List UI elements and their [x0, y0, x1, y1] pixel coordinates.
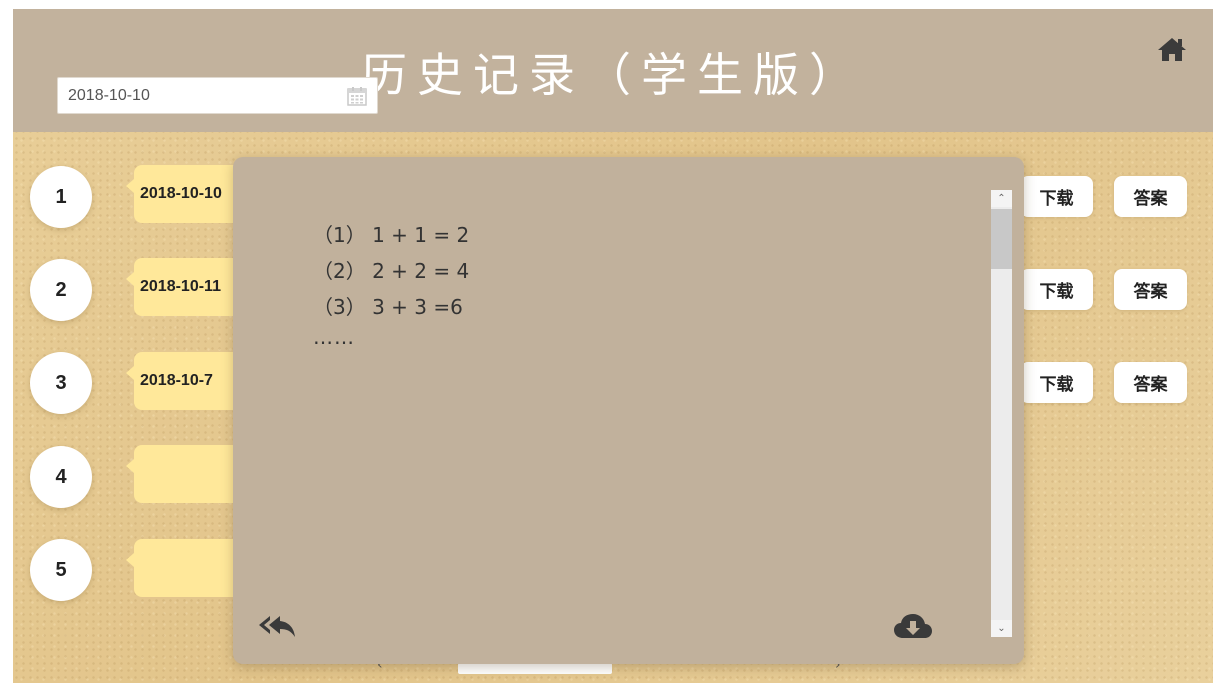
- home-icon[interactable]: [1157, 36, 1187, 62]
- question-list: （1） 1 + 1 = 2 （2） 2 + 2 = 4 （3） 3 + 3 =6: [313, 217, 469, 325]
- question-item: （2） 2 + 2 = 4: [313, 259, 470, 283]
- record-number: 1: [30, 166, 92, 228]
- record-number: 2: [30, 259, 92, 321]
- scroll-down-arrow-icon[interactable]: ⌄: [991, 620, 1012, 637]
- modal-scrollbar[interactable]: ⌃ ⌄: [991, 190, 1012, 637]
- question-item: （1） 1 + 1 = 2: [313, 223, 470, 247]
- download-button[interactable]: 下载: [1020, 362, 1093, 403]
- cloud-download-icon[interactable]: [893, 612, 933, 642]
- answer-button[interactable]: 答案: [1114, 269, 1187, 310]
- question-preview-modal: （1） 1 + 1 = 2 （2） 2 + 2 = 4 （3） 3 + 3 =6…: [233, 157, 1024, 664]
- answer-button[interactable]: 答案: [1114, 176, 1187, 217]
- question-item: （3） 3 + 3 =6: [313, 295, 463, 319]
- download-button[interactable]: 下载: [1020, 269, 1093, 310]
- pager-indicator[interactable]: [458, 663, 612, 674]
- download-button[interactable]: 下载: [1020, 176, 1093, 217]
- header: 历史记录（学生版）: [13, 9, 1213, 132]
- answer-button[interactable]: 答案: [1114, 362, 1187, 403]
- more-ellipsis: ……: [313, 325, 355, 349]
- date-input[interactable]: [58, 78, 338, 113]
- reply-all-icon[interactable]: [257, 612, 297, 640]
- calendar-icon[interactable]: [347, 86, 367, 106]
- scroll-up-arrow-icon[interactable]: ⌃: [991, 190, 1012, 207]
- app-frame: 历史记录（学生版） 1 2018-10-10 下载 答案 2 20: [13, 9, 1213, 683]
- date-picker[interactable]: [57, 77, 378, 114]
- record-number: 3: [30, 352, 92, 414]
- record-number: 5: [30, 539, 92, 601]
- record-number: 4: [30, 446, 92, 508]
- scroll-thumb[interactable]: [991, 209, 1012, 269]
